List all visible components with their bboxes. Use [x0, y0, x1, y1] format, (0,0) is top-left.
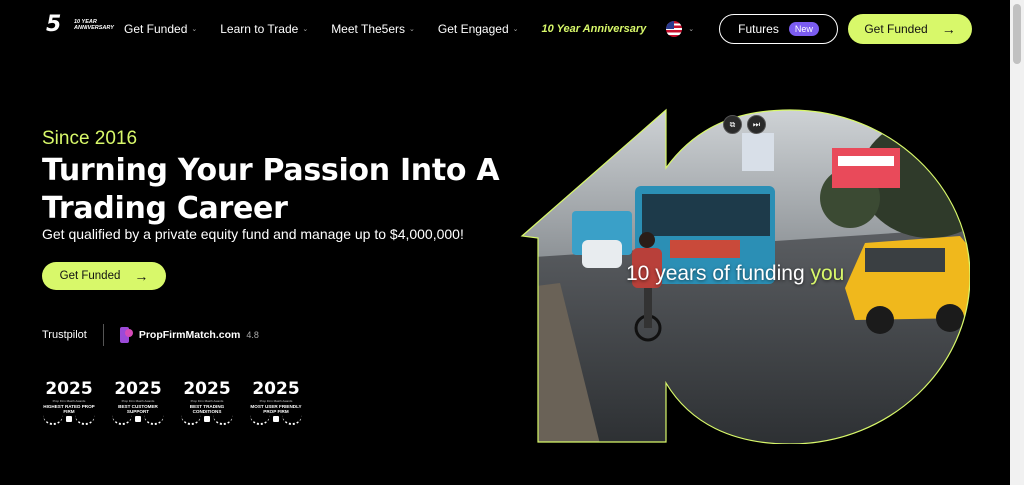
video-overlay-text: 10 years of funding you	[626, 262, 844, 286]
main-nav: Get Funded ⌄ Learn to Trade ⌄ Meet The5ers…	[124, 21, 694, 37]
laurel-icon	[181, 415, 233, 425]
overlay-highlight: you	[810, 262, 845, 285]
award-title: BEST TRADING CONDITIONS	[189, 404, 225, 414]
award-source: Prop Firm Match Awards	[121, 399, 155, 403]
nav-label: Meet The5ers	[331, 22, 406, 36]
scrollbar-thumb[interactable]	[1013, 4, 1021, 64]
picture-in-picture-icon[interactable]: ⧉	[723, 115, 742, 134]
ratings-row: Trustpilot PropFirmMatch.com 4.8	[42, 324, 259, 346]
award-year: 2025	[114, 379, 162, 399]
propfirmmatch-logo-icon	[119, 327, 134, 343]
nav-learn-to-trade[interactable]: Learn to Trade ⌄	[220, 22, 308, 36]
logo-number: 5	[46, 12, 61, 37]
award-badge: 2025 Prop Firm Match Awards BEST TRADING…	[178, 379, 236, 425]
cta-label: Get Funded	[59, 270, 121, 282]
nav-label: Get Engaged	[437, 22, 509, 36]
cta-label: Get Funded	[864, 22, 928, 36]
award-title: BEST CUSTOMER SUPPORT	[118, 404, 158, 414]
nav-anniversary[interactable]: 10 Year Anniversary	[542, 23, 647, 35]
award-source: Prop Firm Match Awards	[52, 399, 86, 403]
chevron-down-icon: ⌄	[409, 26, 415, 33]
award-source: Prop Firm Match Awards	[190, 399, 224, 403]
award-badge: 2025 Prop Firm Match Awards MOST USER FR…	[247, 379, 305, 425]
hero-headline: Turning Your Passion Into A Trading Care…	[42, 153, 500, 226]
the5ers-logo[interactable]: 5 10 YEAR ANNIVERSARY	[46, 12, 114, 42]
propfirmmatch-rating[interactable]: PropFirmMatch.com 4.8	[119, 327, 259, 343]
award-title: MOST USER FRIENDLY PROP FIRM	[250, 404, 302, 414]
nav-get-funded[interactable]: Get Funded ⌄	[124, 22, 197, 36]
hero-get-funded-button[interactable]: Get Funded →	[42, 262, 166, 290]
arrow-right-icon: →	[134, 268, 149, 284]
trustpilot-rating[interactable]: Trustpilot	[42, 324, 104, 346]
chevron-down-icon: ⌄	[302, 26, 309, 33]
new-badge: New	[788, 22, 819, 36]
award-year: 2025	[183, 379, 231, 399]
nav-label: Learn to Trade	[220, 22, 299, 36]
pfm-score: 4.8	[246, 330, 259, 340]
nav-meet-the5ers[interactable]: Meet The5ers ⌄	[331, 22, 415, 36]
header-get-funded-button[interactable]: Get Funded →	[848, 14, 972, 44]
futures-button[interactable]: Futures New	[719, 14, 838, 44]
award-source: Prop Firm Match Awards	[259, 399, 293, 403]
nav-label: Get Funded	[124, 22, 188, 36]
hero-subline: Get qualified by a private equity fund a…	[42, 226, 464, 242]
award-title: HIGHEST RATED PROP FIRM	[43, 404, 95, 414]
laurel-icon	[43, 415, 95, 425]
page-scrollbar[interactable]	[1010, 0, 1024, 485]
laurel-icon	[250, 415, 302, 425]
awards-row: 2025 Prop Firm Match Awards HIGHEST RATE…	[40, 379, 316, 425]
award-badge: 2025 Prop Firm Match Awards HIGHEST RATE…	[40, 379, 98, 425]
nav-get-engaged[interactable]: Get Engaged ⌄	[438, 22, 519, 36]
us-flag-icon[interactable]	[666, 21, 683, 37]
futures-label: Futures	[738, 22, 779, 36]
site-header: 5 10 YEAR ANNIVERSARY Get Funded ⌄ Learn …	[0, 0, 1010, 58]
laurel-icon	[112, 415, 164, 425]
since-tagline: Since 2016	[42, 128, 138, 149]
award-year: 2025	[252, 379, 300, 399]
award-badge: 2025 Prop Firm Match Awards BEST CUSTOME…	[109, 379, 167, 425]
award-year: 2025	[45, 379, 93, 399]
overlay-main: 10 years of funding	[626, 262, 811, 285]
hero-video[interactable]: ⧉ ⏭ 10 years of funding you	[520, 108, 970, 444]
arrow-right-icon: →	[941, 21, 956, 37]
skip-forward-icon[interactable]: ⏭	[747, 115, 766, 134]
chevron-down-icon: ⌄	[512, 26, 519, 33]
chevron-down-icon: ⌄	[191, 26, 198, 33]
chevron-down-icon[interactable]: ⌄	[688, 25, 694, 33]
logo-anniversary-text: 10 YEAR ANNIVERSARY	[74, 19, 114, 31]
pfm-name: PropFirmMatch.com	[138, 329, 241, 341]
